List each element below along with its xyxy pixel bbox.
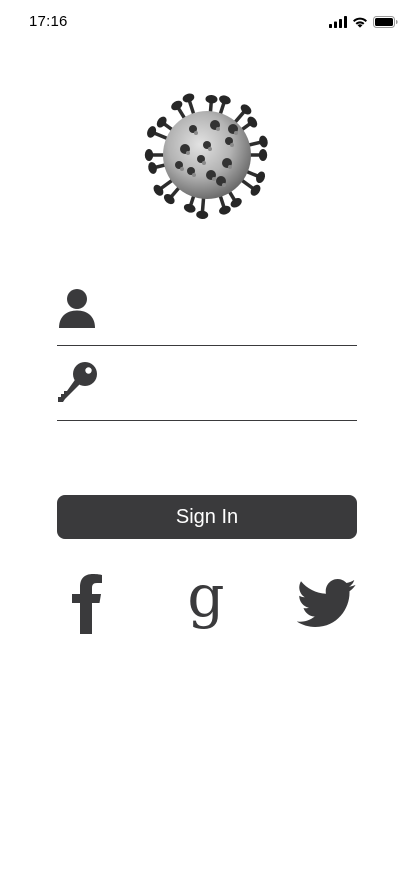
status-icons: [329, 16, 398, 28]
status-bar: 17:16: [0, 0, 414, 44]
password-input[interactable]: [109, 369, 349, 405]
sign-in-button[interactable]: Sign In: [57, 495, 357, 539]
username-input[interactable]: [109, 294, 349, 330]
wifi-icon: [352, 16, 368, 28]
google-icon: g: [186, 562, 226, 641]
status-time: 17:16: [29, 13, 68, 30]
coronavirus-icon: [141, 89, 273, 221]
svg-text:g: g: [187, 572, 224, 630]
cellular-signal-icon: [329, 16, 347, 28]
key-icon: [57, 361, 97, 405]
user-icon: [57, 286, 97, 330]
facebook-icon: [70, 573, 104, 640]
password-field: [57, 361, 357, 421]
twitter-icon: [296, 578, 357, 634]
battery-icon: [373, 16, 398, 28]
facebook-login-button[interactable]: [60, 573, 114, 640]
username-field: [57, 286, 357, 346]
google-login-button[interactable]: g: [178, 562, 234, 641]
twitter-login-button[interactable]: [294, 574, 360, 638]
